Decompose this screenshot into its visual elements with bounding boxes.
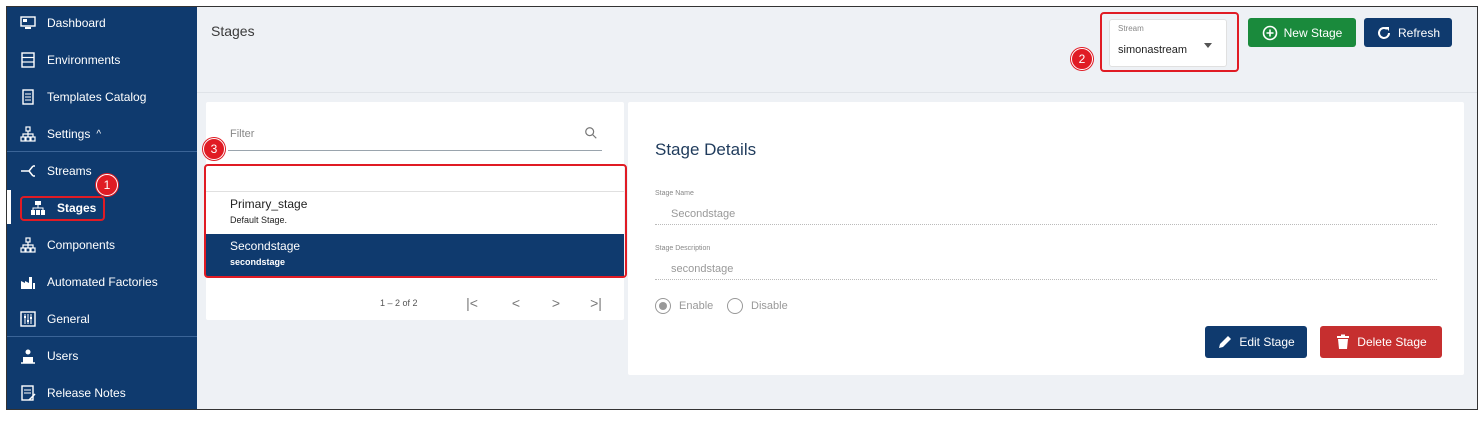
radio-unchecked-icon bbox=[727, 298, 743, 314]
refresh-label: Refresh bbox=[1397, 25, 1441, 40]
annotation-badge: 2 bbox=[1071, 48, 1093, 70]
sidebar-item-general[interactable]: General bbox=[7, 301, 197, 337]
document-icon bbox=[19, 89, 37, 105]
search-icon[interactable] bbox=[584, 126, 598, 140]
radio-checked-icon bbox=[655, 298, 671, 314]
stream-icon bbox=[19, 163, 37, 179]
stages-icon bbox=[29, 200, 47, 216]
stage-list-panel: Filter Primary_stage Default Stage. Seco… bbox=[206, 102, 624, 320]
list-item-description: secondstage bbox=[230, 257, 286, 267]
sliders-icon bbox=[19, 311, 37, 327]
sidebar-item-dashboard[interactable]: Dashboard bbox=[7, 7, 197, 41]
plus-circle-icon bbox=[1262, 25, 1277, 40]
users-icon bbox=[19, 348, 37, 364]
pager-range: 1 – 2 of 2 bbox=[380, 298, 418, 308]
delete-stage-label: Delete Stage bbox=[1357, 335, 1427, 349]
network-icon bbox=[19, 126, 37, 142]
list-panel-footer bbox=[206, 320, 624, 376]
app-frame: Dashboard Environments Templates Catalog… bbox=[6, 6, 1478, 410]
sidebar-item-label: Stages bbox=[57, 201, 97, 215]
sidebar-item-users[interactable]: Users bbox=[7, 338, 197, 374]
sidebar-item-label: Templates Catalog bbox=[47, 90, 147, 104]
page-header: Stages Stream simonastream New Stage Ref… bbox=[197, 7, 1477, 93]
network-icon bbox=[19, 237, 37, 253]
list-item-name: Secondstage bbox=[230, 239, 301, 253]
sidebar-divider bbox=[7, 151, 197, 152]
sidebar-item-stages[interactable]: Stages bbox=[7, 190, 197, 226]
enable-label: Enable bbox=[679, 300, 714, 312]
filter-input[interactable]: Filter bbox=[230, 128, 254, 140]
sidebar-item-label: General bbox=[47, 312, 90, 326]
monitor-icon bbox=[19, 15, 37, 31]
next-page-button[interactable]: > bbox=[546, 292, 566, 314]
chevron-up-icon: ^ bbox=[96, 128, 102, 140]
new-stage-label: New Stage bbox=[1283, 25, 1343, 40]
list-item-primary-stage[interactable]: Primary_stage Default Stage. bbox=[206, 192, 624, 234]
sidebar: Dashboard Environments Templates Catalog… bbox=[7, 7, 197, 409]
details-title: Stage Details bbox=[655, 140, 757, 159]
notes-icon bbox=[19, 385, 37, 401]
new-stage-button[interactable]: New Stage bbox=[1248, 18, 1356, 47]
stage-description-label: Stage Description bbox=[655, 245, 711, 252]
prev-page-button[interactable]: < bbox=[506, 292, 526, 314]
sidebar-item-label: Environments bbox=[47, 53, 121, 67]
stream-select[interactable]: Stream simonastream bbox=[1109, 19, 1227, 67]
server-icon bbox=[19, 52, 37, 68]
refresh-button[interactable]: Refresh bbox=[1364, 18, 1452, 47]
sidebar-item-label: Settings bbox=[47, 127, 91, 141]
sidebar-item-automated-factories[interactable]: Automated Factories bbox=[7, 264, 197, 300]
disable-label: Disable bbox=[751, 300, 788, 312]
sidebar-item-templates-catalog[interactable]: Templates Catalog bbox=[7, 79, 197, 115]
stage-name-label: Stage Name bbox=[655, 190, 694, 197]
trash-icon bbox=[1337, 334, 1350, 349]
sidebar-item-settings[interactable]: Settings ^ bbox=[7, 116, 197, 152]
list-item-name: Primary_stage bbox=[230, 197, 308, 211]
disable-radio[interactable]: Disable bbox=[727, 298, 788, 314]
list-item-secondstage[interactable]: Secondstage secondstage bbox=[206, 234, 624, 276]
list-item-description: Default Stage. bbox=[230, 215, 288, 225]
caret-down-icon bbox=[1204, 43, 1212, 48]
sidebar-item-components[interactable]: Components bbox=[7, 227, 197, 263]
edit-stage-label: Edit Stage bbox=[1239, 335, 1295, 349]
sidebar-item-label: Release Notes bbox=[47, 386, 126, 400]
first-page-button[interactable]: |< bbox=[462, 292, 482, 314]
stream-select-label: Stream bbox=[1118, 24, 1144, 33]
paginator: 1 – 2 of 2 |< < > >| bbox=[206, 292, 624, 314]
enable-radio[interactable]: Enable bbox=[655, 298, 713, 314]
sidebar-item-label: Components bbox=[47, 238, 116, 252]
factory-icon bbox=[19, 274, 37, 290]
sidebar-item-release-notes[interactable]: Release Notes bbox=[7, 375, 197, 409]
refresh-icon bbox=[1378, 26, 1390, 39]
stage-description-field[interactable]: secondstage bbox=[671, 263, 733, 275]
stream-select-value: simonastream bbox=[1118, 44, 1188, 56]
sidebar-divider bbox=[7, 336, 197, 337]
sidebar-item-label: Automated Factories bbox=[47, 275, 158, 289]
annotation-badge: 1 bbox=[96, 174, 118, 196]
edit-stage-button[interactable]: Edit Stage bbox=[1205, 326, 1307, 358]
stage-name-field[interactable]: Secondstage bbox=[671, 208, 735, 220]
sidebar-item-environments[interactable]: Environments bbox=[7, 42, 197, 78]
filter-underline bbox=[228, 150, 602, 151]
annotation-badge: 3 bbox=[203, 138, 225, 160]
sidebar-item-label: Dashboard bbox=[47, 16, 106, 30]
sidebar-item-label: Streams bbox=[47, 164, 92, 178]
page-title: Stages bbox=[211, 23, 255, 39]
field-underline bbox=[655, 224, 1437, 225]
sidebar-item-label: Users bbox=[47, 349, 79, 363]
delete-stage-button[interactable]: Delete Stage bbox=[1320, 326, 1442, 358]
last-page-button[interactable]: >| bbox=[586, 292, 606, 314]
field-underline bbox=[655, 279, 1437, 280]
pencil-icon bbox=[1219, 336, 1232, 348]
